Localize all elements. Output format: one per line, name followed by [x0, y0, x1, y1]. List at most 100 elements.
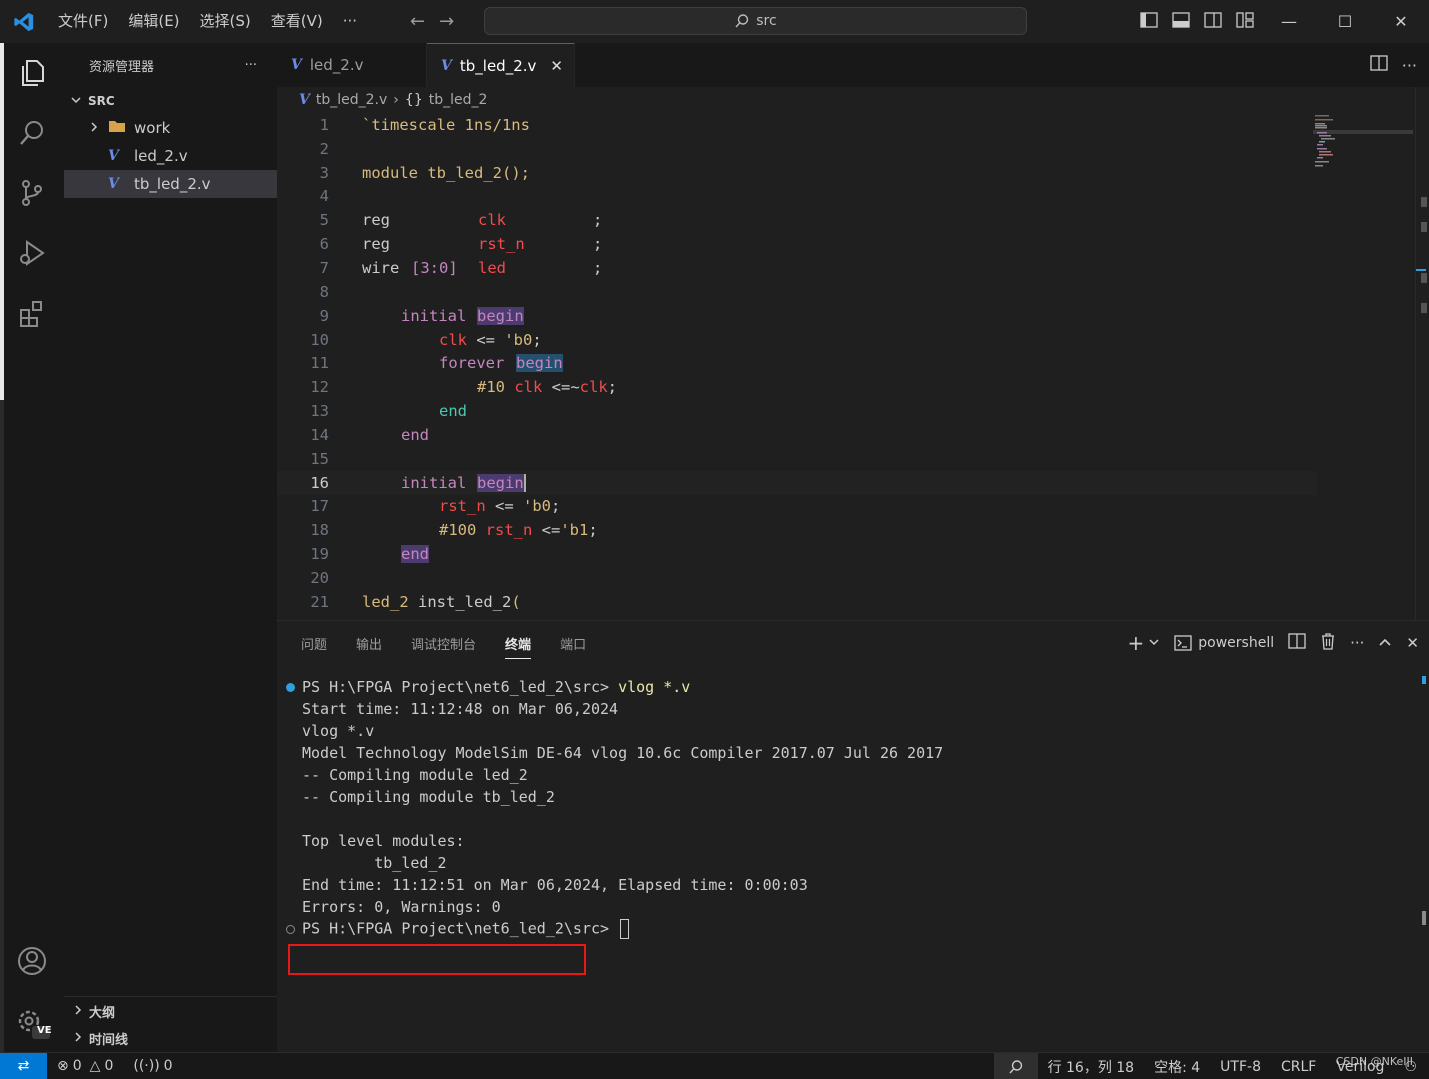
- close-tab-icon[interactable]: ✕: [550, 57, 563, 75]
- line-number: 10: [310, 330, 329, 349]
- tab-led_2-v[interactable]: V led_2.v: [277, 43, 427, 87]
- panel-more-icon[interactable]: ···: [1350, 634, 1364, 652]
- terminal-shell-selector[interactable]: powershell: [1174, 635, 1274, 651]
- bottom-panel: 问题 输出 调试控制台 终端 端口 + powershell ··· ✕ PS …: [277, 620, 1429, 1052]
- command-center-search[interactable]: src: [484, 7, 1027, 35]
- line-number: 7: [319, 258, 329, 277]
- maximize-button[interactable]: ☐: [1317, 12, 1373, 31]
- encoding[interactable]: UTF-8: [1210, 1059, 1271, 1075]
- tab-output[interactable]: 输出: [346, 621, 392, 665]
- tree-item-led_2-v[interactable]: V led_2.v: [64, 142, 277, 170]
- terminal-cursor: [620, 919, 630, 939]
- indentation[interactable]: 空格: 4: [1144, 1057, 1210, 1077]
- menu-more[interactable]: ···: [333, 0, 367, 43]
- explorer-more-button[interactable]: ···: [245, 58, 257, 73]
- chevron-down-icon[interactable]: [1148, 634, 1160, 652]
- search-icon: [735, 14, 749, 28]
- terminal-text: -- Compiling module tb_led_2: [302, 788, 555, 806]
- outline-section[interactable]: 大纲: [64, 998, 277, 1025]
- close-window-button[interactable]: ✕: [1373, 12, 1429, 31]
- tree-item-work[interactable]: work: [64, 114, 277, 142]
- cursor-position[interactable]: 行 16，列 18: [1038, 1057, 1145, 1077]
- tab-label: led_2.v: [309, 56, 364, 74]
- code-text: ;: [593, 258, 603, 277]
- breadcrumb-file[interactable]: tb_led_2.v: [316, 92, 387, 108]
- code-editor[interactable]: V tb_led_2.v › {} tb_led_2 1 `timescale 1…: [277, 87, 1429, 620]
- terminal-output[interactable]: PS H:\FPGA Project\net6_led_2\src> vlog …: [277, 676, 1417, 975]
- tab-problems[interactable]: 问题: [291, 621, 337, 665]
- toggle-secondary-sidebar-icon[interactable]: [1197, 11, 1229, 32]
- trash-icon[interactable]: [1320, 632, 1336, 654]
- problems-status[interactable]: ⊗ 0 △ 0: [57, 1058, 113, 1074]
- status-bar: ⇄ ⊗ 0 △ 0 ((·)) 0 行 16，列 18 空格: 4 UTF-8 …: [0, 1052, 1429, 1079]
- terminal-scrollbar[interactable]: [1422, 911, 1426, 925]
- back-arrow-icon[interactable]: ←: [410, 11, 425, 32]
- code-lines: 1 `timescale 1ns/1ns 2 3 module tb_led_2()…: [277, 113, 1317, 614]
- forward-arrow-icon[interactable]: →: [439, 11, 454, 32]
- manage-gear-icon[interactable]: VE: [0, 993, 64, 1053]
- customize-layout-icon[interactable]: [1229, 11, 1261, 32]
- line-number: 6: [319, 235, 329, 254]
- account-icon[interactable]: [0, 931, 64, 991]
- code-text: begin: [516, 354, 563, 373]
- command-pending-marker[interactable]: [286, 924, 295, 934]
- line-number: 1: [319, 115, 329, 134]
- code-line: 20: [277, 566, 1317, 590]
- breadcrumb-symbol[interactable]: tb_led_2: [429, 92, 488, 108]
- tab-terminal[interactable]: 终端: [495, 621, 541, 665]
- remote-indicator-icon[interactable]: ⇄: [0, 1052, 47, 1079]
- folder-root[interactable]: SRC: [64, 88, 277, 114]
- maximize-panel-icon[interactable]: [1378, 634, 1392, 652]
- code-text: module: [362, 163, 418, 182]
- minimap[interactable]: [1313, 113, 1413, 173]
- minimize-button[interactable]: —: [1261, 12, 1317, 31]
- terminal-line: Start time: 11:12:48 on Mar 06,2024: [277, 698, 1417, 720]
- explorer-icon[interactable]: [0, 43, 64, 103]
- code-text: inst_led_2: [408, 592, 512, 611]
- extensions-icon[interactable]: [0, 283, 64, 343]
- folder-root-label: SRC: [88, 94, 115, 108]
- code-line: 13 end: [277, 399, 1317, 423]
- menu-file[interactable]: 文件(F): [48, 0, 118, 43]
- code-text: <=~: [542, 378, 580, 397]
- verilog-file-icon: V: [291, 57, 302, 73]
- timeline-section[interactable]: 时间线: [64, 1025, 277, 1052]
- code-text: <=: [485, 497, 523, 516]
- split-terminal-icon[interactable]: [1288, 633, 1306, 653]
- tab-debug-console[interactable]: 调试控制台: [401, 621, 486, 665]
- line-number: 17: [310, 497, 329, 516]
- search-text: src: [756, 13, 777, 29]
- tab-ports[interactable]: 端口: [550, 621, 596, 665]
- close-panel-icon[interactable]: ✕: [1406, 634, 1419, 652]
- editor-scrollbar[interactable]: [1415, 87, 1429, 620]
- new-terminal-plus-icon[interactable]: +: [1128, 631, 1145, 655]
- editor-more-icon[interactable]: ···: [1402, 56, 1417, 75]
- terminal-line: tb_led_2: [277, 852, 1417, 874]
- terminal-text: Top level modules:: [302, 832, 465, 850]
- menu-edit[interactable]: 编辑(E): [118, 0, 189, 43]
- chevron-right-icon: ›: [393, 92, 399, 108]
- chevron-right-icon: [72, 1004, 89, 1020]
- line-number: 21: [310, 592, 329, 611]
- run-debug-icon[interactable]: [0, 223, 64, 283]
- menu-view[interactable]: 查看(V): [261, 0, 333, 43]
- code-line: 3 module tb_led_2();: [277, 161, 1317, 185]
- source-control-icon[interactable]: [0, 163, 64, 223]
- code-text: <=: [467, 330, 505, 349]
- terminal-text: tb_led_2: [302, 854, 447, 872]
- search-icon[interactable]: [0, 103, 64, 163]
- code-text: clk: [579, 378, 608, 397]
- tree-item-tb_led_2-v[interactable]: V tb_led_2.v: [64, 170, 277, 198]
- tree-item-label: led_2.v: [134, 147, 188, 165]
- zoom-search-icon[interactable]: [993, 1053, 1038, 1079]
- code-line: 6 reg rst_n;: [277, 232, 1317, 256]
- toggle-primary-sidebar-icon[interactable]: [1133, 11, 1165, 32]
- tab-tb_led_2-v[interactable]: V tb_led_2.v ✕: [427, 43, 575, 87]
- menu-selection[interactable]: 选择(S): [190, 0, 261, 43]
- split-editor-icon[interactable]: [1370, 55, 1388, 75]
- end-of-line[interactable]: CRLF: [1271, 1059, 1326, 1075]
- chevron-down-icon: [70, 94, 88, 109]
- ports-status[interactable]: ((·)) 0: [133, 1058, 172, 1074]
- command-success-marker[interactable]: [286, 682, 295, 692]
- toggle-panel-icon[interactable]: [1165, 11, 1197, 32]
